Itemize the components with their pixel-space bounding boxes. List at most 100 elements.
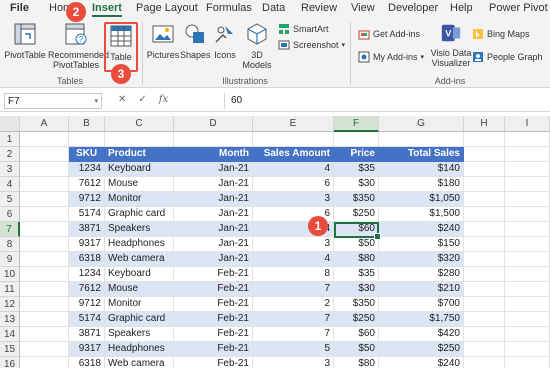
empty-cell[interactable] (505, 267, 550, 282)
empty-cell[interactable] (20, 357, 69, 368)
empty-cell[interactable] (505, 147, 550, 162)
table-cell-total-sales[interactable]: $1,500 (379, 207, 464, 222)
tab-help[interactable]: Help (450, 2, 473, 14)
empty-cell[interactable] (505, 162, 550, 177)
tab-formulas[interactable]: Formulas (206, 2, 252, 14)
table-cell-sku[interactable]: 9317 (69, 237, 105, 252)
row-header-11[interactable]: 11 (0, 282, 20, 297)
table-cell-sku[interactable]: 7612 (69, 282, 105, 297)
empty-cell[interactable] (20, 282, 69, 297)
empty-cell[interactable] (174, 132, 253, 147)
empty-cell[interactable] (505, 222, 550, 237)
empty-cell[interactable] (379, 132, 464, 147)
row-header-7[interactable]: 7 (0, 222, 20, 237)
empty-cell[interactable] (505, 327, 550, 342)
table-cell-month[interactable]: Jan-21 (174, 162, 253, 177)
table-cell-price[interactable]: $250 (334, 207, 379, 222)
row-header-2[interactable]: 2 (0, 147, 20, 162)
table-cell-product[interactable]: Headphones (105, 342, 174, 357)
function-icon[interactable]: fx (159, 94, 168, 105)
table-cell-total-sales[interactable]: $420 (379, 327, 464, 342)
visio-data-visualizer-button[interactable]: V Visio Data Visualizer (430, 22, 472, 68)
table-cell-total-sales[interactable]: $700 (379, 297, 464, 312)
tab-view[interactable]: View (351, 2, 375, 14)
name-box[interactable]: F7 ▾ (4, 93, 102, 109)
screenshot-button[interactable]: Screenshot ▾ (278, 39, 345, 51)
empty-cell[interactable] (505, 207, 550, 222)
table-cell-sales-amount[interactable]: 5 (253, 342, 334, 357)
table-cell-sales-amount[interactable]: 6 (253, 177, 334, 192)
empty-cell[interactable] (334, 132, 379, 147)
column-header-g[interactable]: G (379, 116, 464, 132)
table-cell-sales-amount[interactable]: 3 (253, 237, 334, 252)
column-header-c[interactable]: C (105, 116, 174, 132)
table-cell-total-sales[interactable]: $150 (379, 237, 464, 252)
active-cell-f7[interactable] (334, 222, 381, 240)
empty-cell[interactable] (464, 162, 505, 177)
row-header-8[interactable]: 8 (0, 237, 20, 252)
table-cell-month[interactable]: Jan-21 (174, 207, 253, 222)
empty-cell[interactable] (505, 237, 550, 252)
table-cell-price[interactable]: $30 (334, 282, 379, 297)
empty-cell[interactable] (464, 252, 505, 267)
empty-cell[interactable] (464, 147, 505, 162)
table-cell-total-sales[interactable]: $240 (379, 357, 464, 368)
empty-cell[interactable] (464, 297, 505, 312)
row-header-3[interactable]: 3 (0, 162, 20, 177)
empty-cell[interactable] (20, 132, 69, 147)
empty-cell[interactable] (20, 312, 69, 327)
column-header-a[interactable]: A (20, 116, 69, 132)
empty-cell[interactable] (105, 132, 174, 147)
empty-cell[interactable] (20, 252, 69, 267)
row-header-12[interactable]: 12 (0, 297, 20, 312)
enter-icon[interactable]: ✓ (138, 94, 146, 105)
formula-input[interactable]: 60 (224, 93, 548, 109)
table-cell-sku[interactable]: 6318 (69, 357, 105, 368)
empty-cell[interactable] (464, 207, 505, 222)
table-cell-product[interactable]: Keyboard (105, 162, 174, 177)
tab-file[interactable]: File (10, 2, 29, 14)
table-header-price[interactable]: Price (334, 147, 379, 162)
table-cell-month[interactable]: Feb-21 (174, 267, 253, 282)
empty-cell[interactable] (464, 222, 505, 237)
table-header-sku[interactable]: SKU (69, 147, 105, 162)
table-cell-price[interactable]: $80 (334, 357, 379, 368)
table-cell-product[interactable]: Graphic card (105, 312, 174, 327)
row-header-1[interactable]: 1 (0, 132, 20, 147)
empty-cell[interactable] (20, 327, 69, 342)
table-cell-product[interactable]: Monitor (105, 192, 174, 207)
empty-cell[interactable] (505, 132, 550, 147)
empty-cell[interactable] (505, 312, 550, 327)
empty-cell[interactable] (464, 192, 505, 207)
table-cell-price[interactable]: $350 (334, 192, 379, 207)
table-cell-product[interactable]: Graphic card (105, 207, 174, 222)
table-cell-total-sales[interactable]: $210 (379, 282, 464, 297)
table-cell-product[interactable]: Speakers (105, 222, 174, 237)
chevron-down-icon[interactable]: ▾ (94, 97, 98, 105)
empty-cell[interactable] (464, 312, 505, 327)
empty-cell[interactable] (20, 267, 69, 282)
empty-cell[interactable] (20, 192, 69, 207)
table-cell-price[interactable]: $50 (334, 342, 379, 357)
table-cell-price[interactable]: $50 (334, 237, 379, 252)
table-cell-total-sales[interactable]: $140 (379, 162, 464, 177)
empty-cell[interactable] (505, 177, 550, 192)
table-cell-month[interactable]: Feb-21 (174, 312, 253, 327)
table-cell-total-sales[interactable]: $180 (379, 177, 464, 192)
table-header-product[interactable]: Product (105, 147, 174, 162)
table-cell-product[interactable]: Monitor (105, 297, 174, 312)
tab-page-layout[interactable]: Page Layout (136, 2, 198, 14)
table-cell-sku[interactable]: 9712 (69, 297, 105, 312)
tab-review[interactable]: Review (301, 2, 337, 14)
empty-cell[interactable] (464, 237, 505, 252)
table-cell-sales-amount[interactable]: 3 (253, 357, 334, 368)
row-header-4[interactable]: 4 (0, 177, 20, 192)
empty-cell[interactable] (464, 342, 505, 357)
row-header-10[interactable]: 10 (0, 267, 20, 282)
table-cell-sku[interactable]: 9317 (69, 342, 105, 357)
empty-cell[interactable] (20, 147, 69, 162)
table-cell-price[interactable]: $60 (334, 327, 379, 342)
row-header-16[interactable]: 16 (0, 357, 20, 368)
empty-cell[interactable] (505, 252, 550, 267)
empty-cell[interactable] (20, 342, 69, 357)
